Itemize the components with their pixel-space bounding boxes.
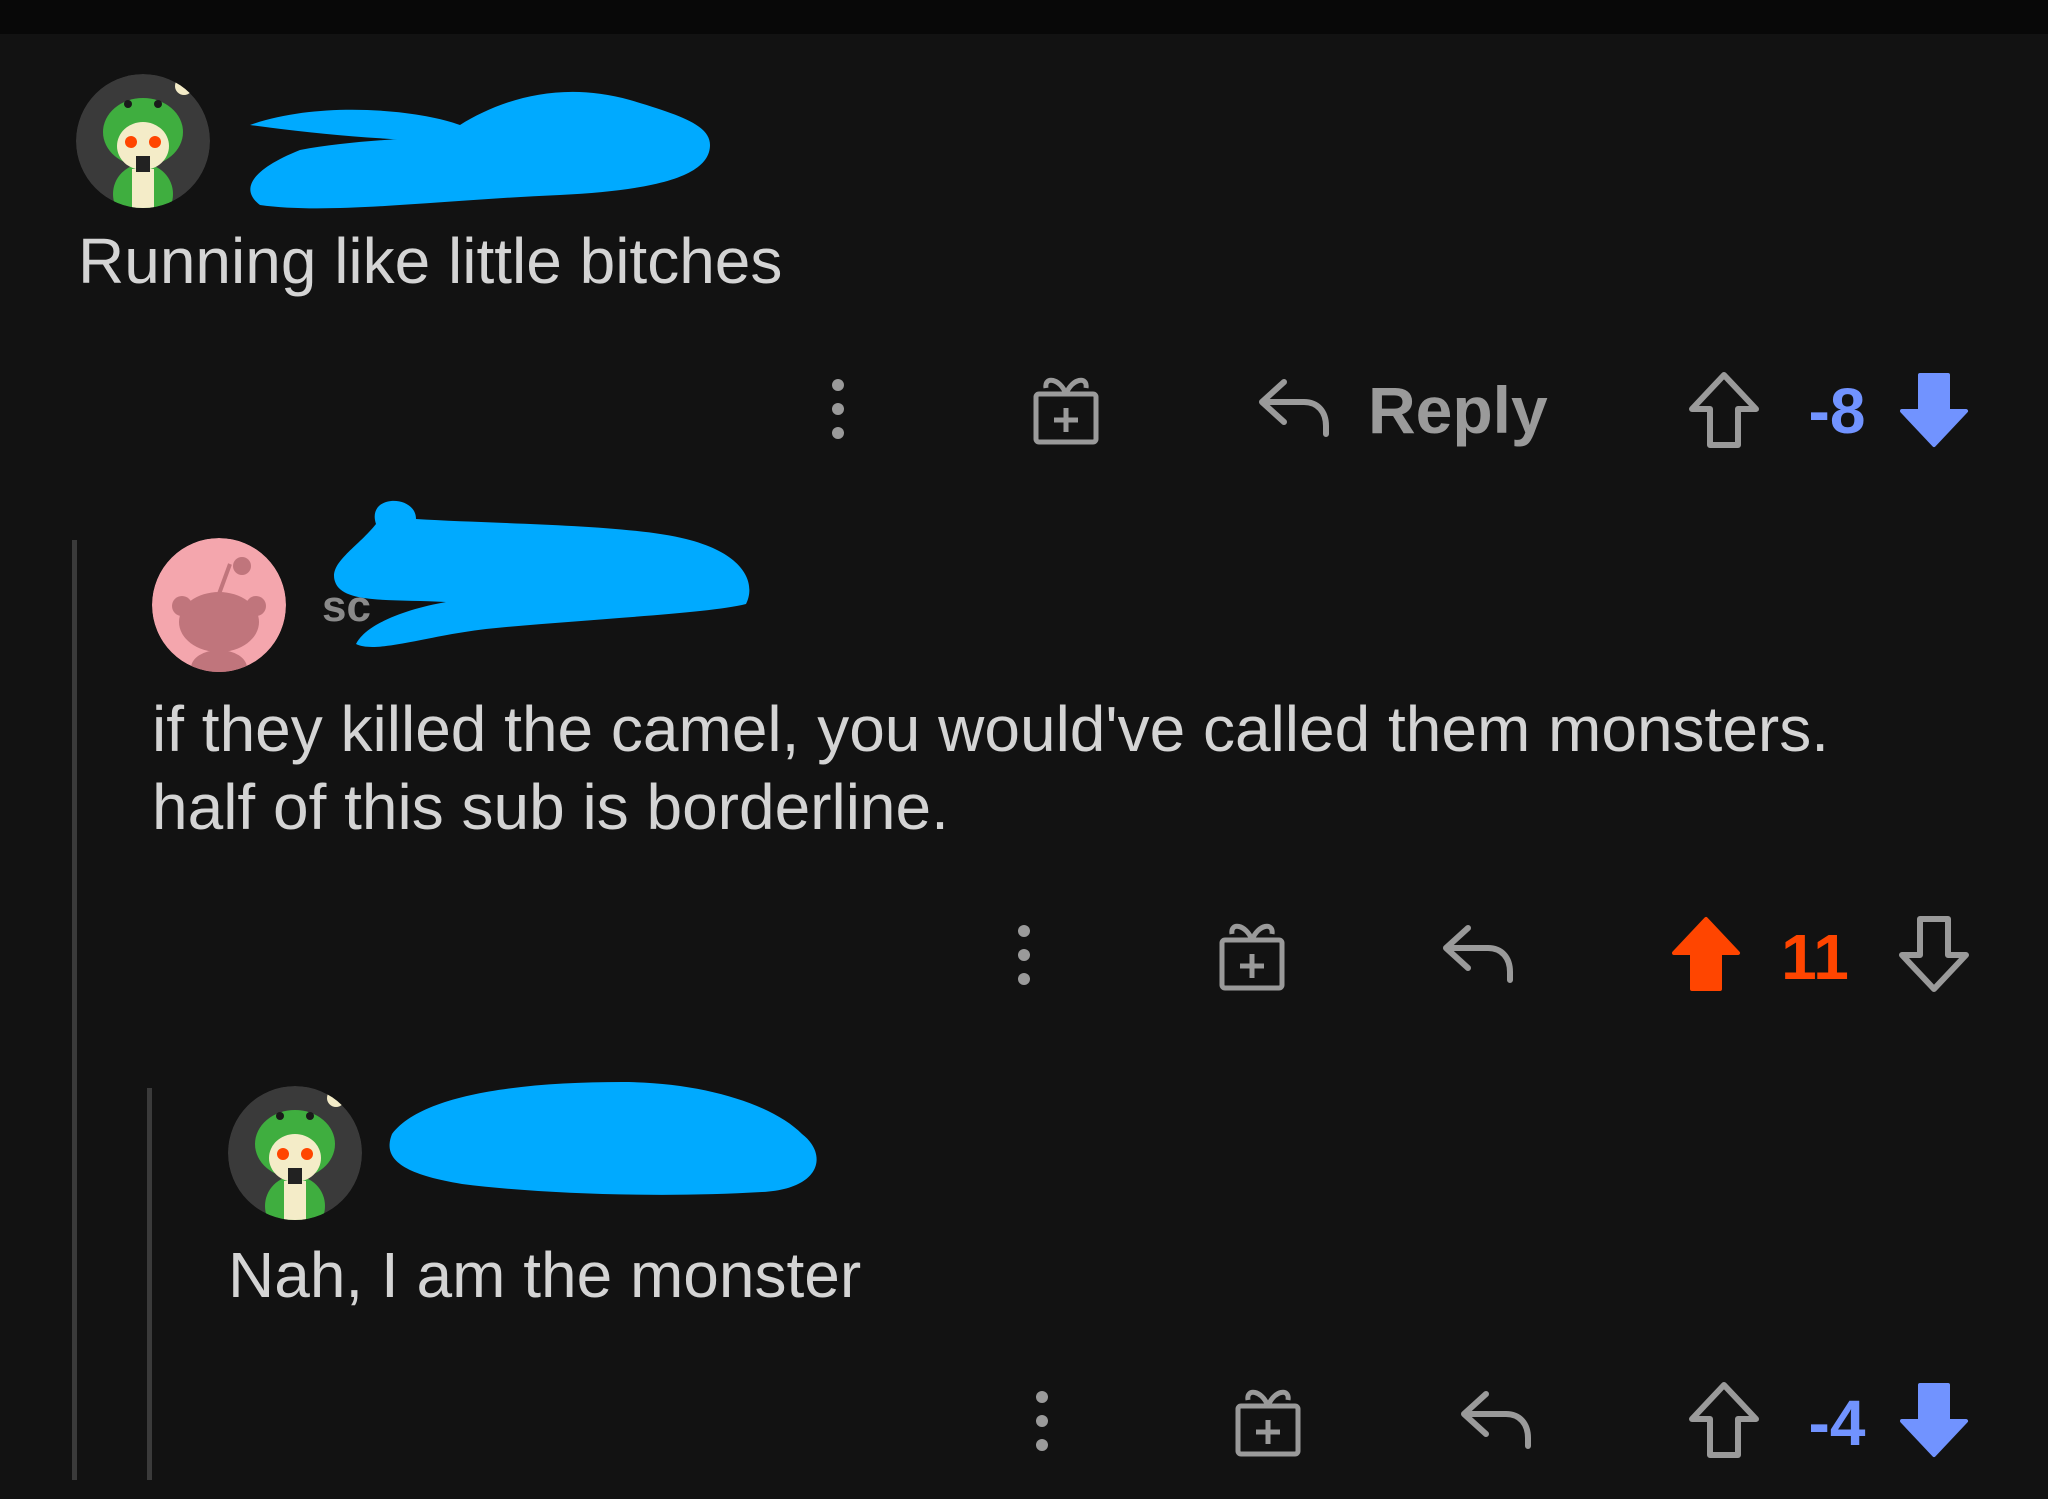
arrow-down-outline-icon [1899, 916, 1969, 992]
upvote-button[interactable] [1686, 1380, 1762, 1460]
snoo-frog-hood-avatar-icon [76, 74, 210, 208]
award-gift-icon [1033, 377, 1099, 445]
award-button[interactable] [1028, 368, 1104, 448]
more-options-button[interactable] [1022, 1386, 1062, 1456]
reply-label[interactable]: Reply [1368, 372, 1548, 448]
default-snoo-pink-avatar-icon [152, 538, 286, 672]
comment-body: Running like little bitches [78, 225, 783, 297]
avatar[interactable] [76, 74, 210, 208]
thread-line[interactable] [147, 1088, 152, 1480]
redacted-username [240, 80, 720, 230]
arrow-down-filled-icon [1900, 373, 1968, 447]
vote-score: -8 [1808, 375, 1866, 447]
award-button[interactable] [1230, 1380, 1306, 1460]
reply-arrow-icon [1461, 1391, 1531, 1449]
upvote-button[interactable] [1668, 914, 1744, 994]
comment-thread: Running like little bitches Reply -8 sc … [0, 0, 2048, 1499]
downvote-button[interactable] [1896, 370, 1972, 450]
arrow-up-filled-icon [1672, 917, 1740, 991]
top-bar [0, 0, 2048, 34]
redacted-username [326, 494, 756, 658]
reply-arrow-icon [1443, 925, 1513, 983]
reply-button[interactable] [1454, 1378, 1538, 1458]
downvote-button[interactable] [1896, 1380, 1972, 1460]
thread-line[interactable] [72, 540, 77, 1480]
more-options-button[interactable] [1004, 920, 1044, 990]
more-vertical-icon [1018, 925, 1030, 985]
snoo-frog-hood-avatar-icon [228, 1086, 362, 1220]
award-gift-icon [1235, 1389, 1301, 1457]
redacted-username [382, 1074, 828, 1202]
reply-button[interactable] [1436, 912, 1520, 992]
avatar[interactable] [152, 538, 286, 672]
arrow-up-outline-icon [1689, 372, 1759, 448]
more-options-button[interactable] [818, 374, 858, 444]
downvote-button[interactable] [1896, 914, 1972, 994]
more-vertical-icon [1036, 1391, 1048, 1451]
vote-score: 11 [1781, 921, 1849, 993]
avatar[interactable] [228, 1086, 362, 1220]
arrow-up-outline-icon [1689, 1382, 1759, 1458]
vote-score: -4 [1808, 1387, 1866, 1459]
comment-body: if they killed the camel, you would've c… [152, 693, 1829, 843]
more-vertical-icon [832, 379, 844, 439]
comment-body: Nah, I am the monster [228, 1239, 862, 1311]
reply-button[interactable] [1252, 366, 1336, 446]
reply-arrow-icon [1259, 379, 1329, 437]
award-gift-icon [1219, 923, 1285, 991]
arrow-down-filled-icon [1900, 1383, 1968, 1457]
upvote-button[interactable] [1686, 370, 1762, 450]
award-button[interactable] [1214, 914, 1290, 994]
